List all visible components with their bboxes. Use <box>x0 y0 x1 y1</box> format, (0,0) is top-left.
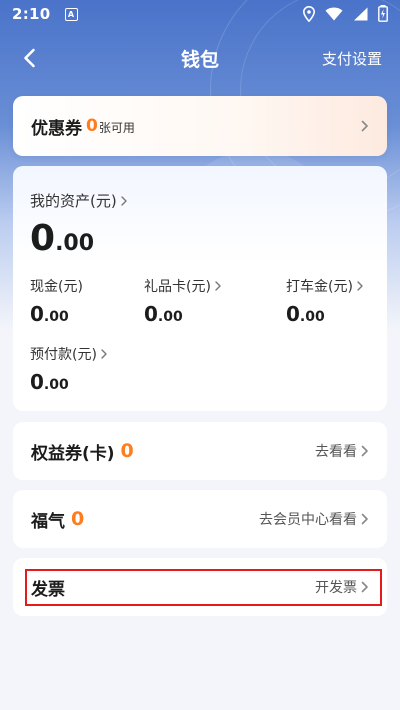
chevron-right-icon <box>121 195 127 206</box>
gift-card-item[interactable]: 礼品卡(元) 0.00 <box>144 276 221 326</box>
prepaid-value-dec: .00 <box>43 377 69 393</box>
cash-item[interactable]: 现金(元) 0.00 <box>30 276 83 326</box>
my-assets-label: 我的资产(元) <box>30 192 117 210</box>
chevron-right-icon <box>361 120 368 132</box>
ride-credit-label-row: 打车金(元) <box>286 276 363 296</box>
location-icon <box>303 5 315 22</box>
rights-coupon-title: 权益券(卡) <box>31 443 115 464</box>
rights-coupon-count: 0 <box>120 440 134 462</box>
gift-card-value: 0.00 <box>144 302 221 326</box>
ride-credit-value: 0.00 <box>286 302 363 326</box>
gift-card-value-dec: .00 <box>157 309 183 325</box>
coupon-title: 优惠券 <box>31 118 82 139</box>
prepaid-item[interactable]: 预付款(元) 0.00 <box>30 344 107 394</box>
wifi-icon <box>325 6 343 20</box>
cash-value: 0.00 <box>30 302 83 326</box>
payment-settings-link[interactable]: 支付设置 <box>322 48 382 69</box>
prepaid-value: 0.00 <box>30 370 107 394</box>
invoice-card[interactable]: 发票 开发票 <box>13 558 387 616</box>
cash-value-int: 0 <box>30 302 44 326</box>
ride-credit-value-int: 0 <box>286 302 300 326</box>
gift-card-label: 礼品卡(元) <box>144 279 211 295</box>
total-assets-dec: .00 <box>55 231 95 256</box>
assets-card: 我的资产(元) 0.00 现金(元) 0.00 礼品卡(元) 0.00 打车金(… <box>13 166 387 411</box>
signal-icon <box>354 7 368 20</box>
fortune-count: 0 <box>71 508 85 530</box>
status-time: 2:10 <box>12 5 51 23</box>
rights-coupon-card[interactable]: 权益券(卡) 0 去看看 <box>13 422 387 480</box>
battery-icon <box>378 5 388 22</box>
coupon-count: 0 <box>86 116 98 136</box>
cash-value-dec: .00 <box>43 309 69 325</box>
coupon-card[interactable]: 优惠券 0 张可用 <box>13 96 387 156</box>
status-icons <box>303 5 388 22</box>
chevron-right-icon <box>361 581 368 593</box>
chevron-right-icon <box>101 349 107 359</box>
prepaid-value-int: 0 <box>30 370 44 394</box>
gift-card-value-int: 0 <box>144 302 158 326</box>
gift-card-label-row: 礼品卡(元) <box>144 276 221 296</box>
member-center-link[interactable]: 去会员中心看看 <box>259 509 357 529</box>
total-assets-int: 0 <box>30 218 56 259</box>
coupon-unit: 张可用 <box>98 121 135 135</box>
ride-credit-value-dec: .00 <box>299 309 325 325</box>
chevron-right-icon <box>215 281 221 291</box>
fortune-card[interactable]: 福气 0 去会员中心看看 <box>13 490 387 548</box>
rights-coupon-action[interactable]: 去看看 <box>315 441 357 461</box>
ride-credit-label: 打车金(元) <box>286 279 353 295</box>
status-bar: 2:10 A <box>0 0 400 28</box>
nav-bar: 钱包 支付设置 <box>0 36 400 80</box>
total-assets-value: 0.00 <box>30 218 94 259</box>
invoice-title: 发票 <box>31 579 65 600</box>
my-assets-link[interactable]: 我的资产(元) <box>30 190 127 211</box>
ride-credit-item[interactable]: 打车金(元) 0.00 <box>286 276 363 326</box>
chevron-right-icon <box>361 445 368 457</box>
prepaid-label-row: 预付款(元) <box>30 344 107 364</box>
prepaid-label: 预付款(元) <box>30 347 97 363</box>
cash-label: 现金(元) <box>30 279 83 295</box>
back-arrow-icon[interactable] <box>18 46 42 70</box>
issue-invoice-link[interactable]: 开发票 <box>315 577 357 597</box>
notification-a-icon: A <box>64 7 78 21</box>
fortune-title: 福气 <box>31 511 65 532</box>
chevron-right-icon <box>357 281 363 291</box>
chevron-right-icon <box>361 513 368 525</box>
